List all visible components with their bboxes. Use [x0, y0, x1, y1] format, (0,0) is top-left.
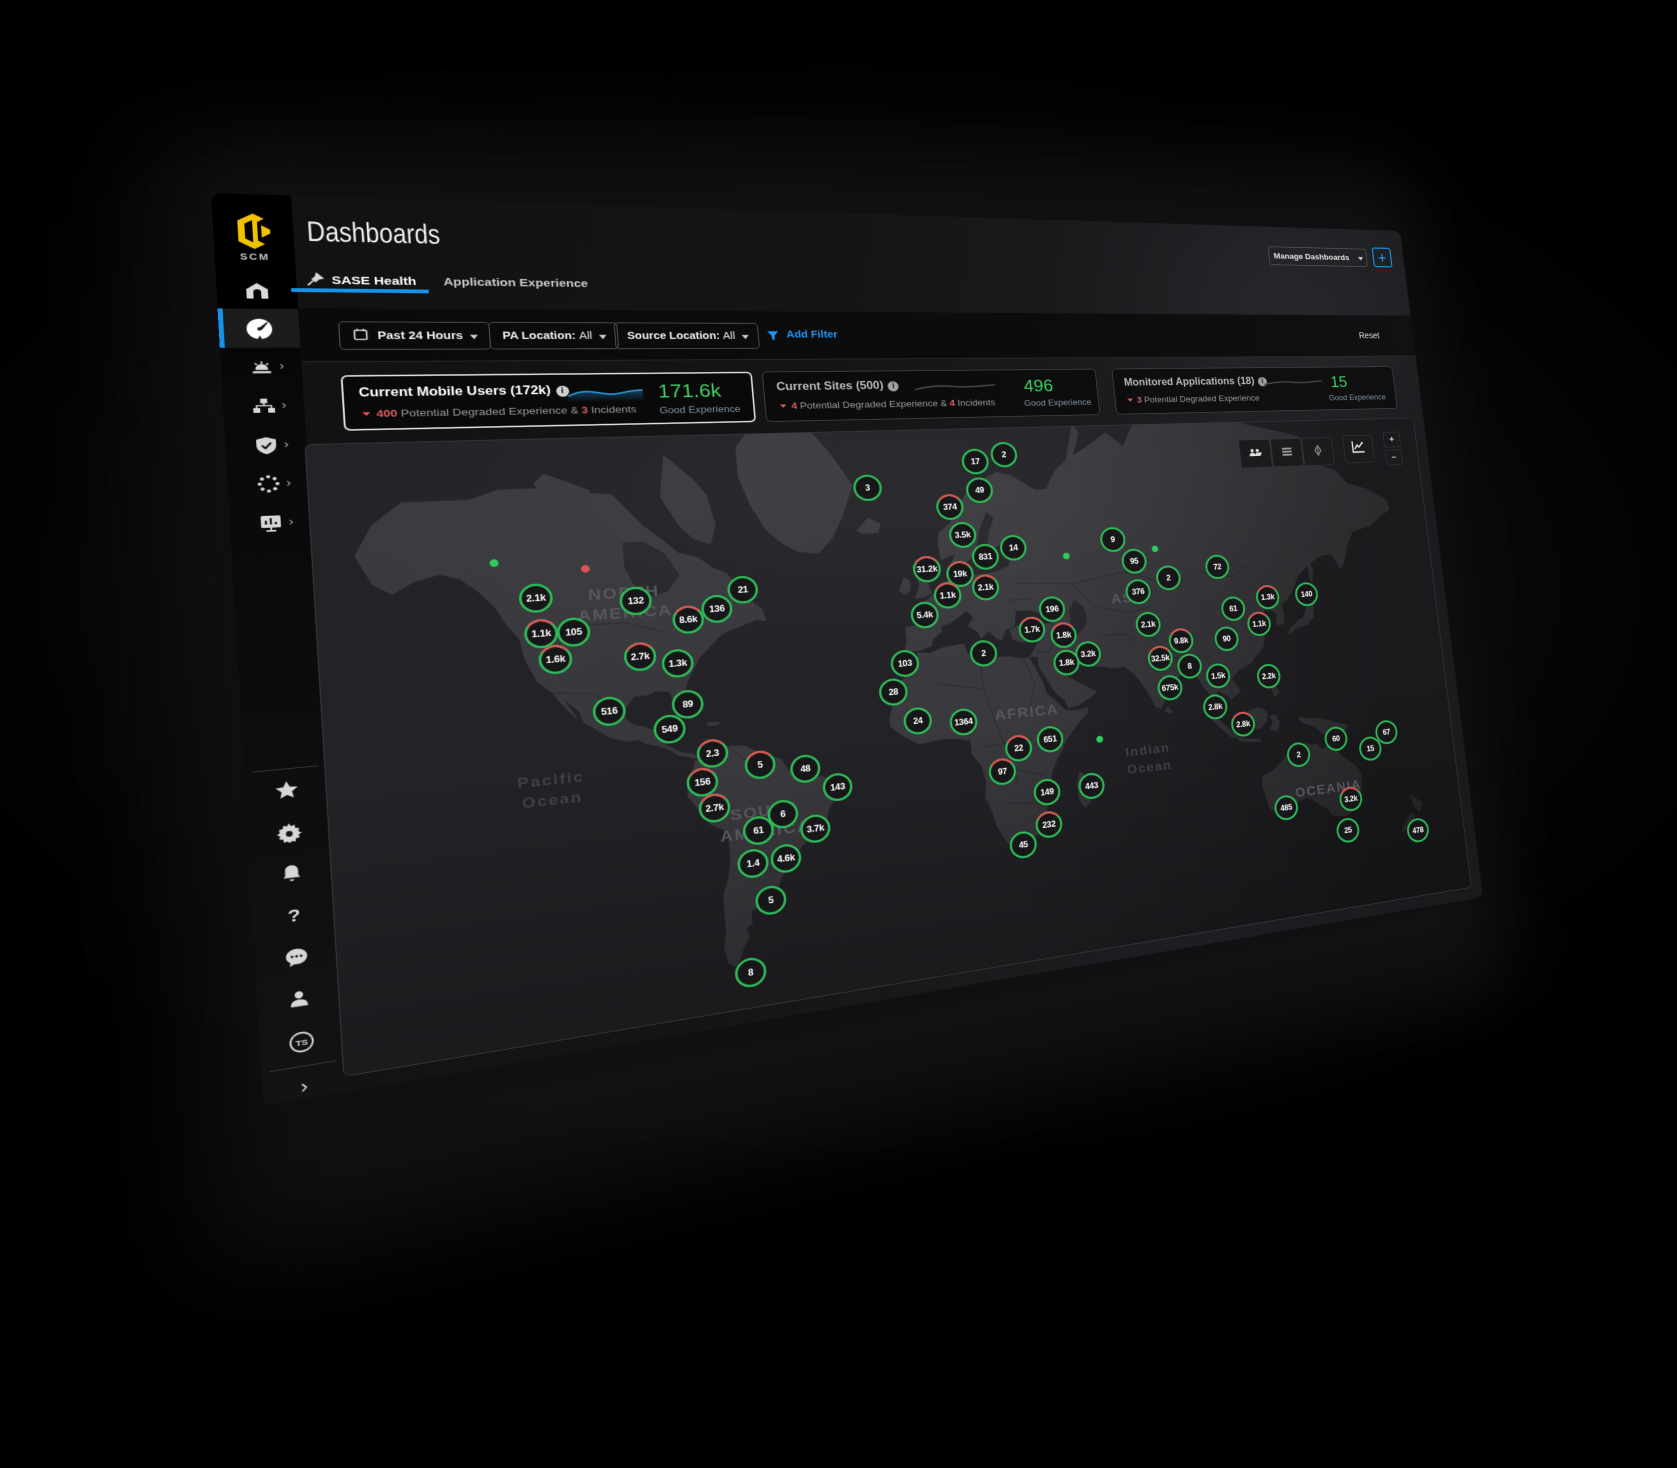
svg-text:TS: TS [295, 1037, 308, 1048]
